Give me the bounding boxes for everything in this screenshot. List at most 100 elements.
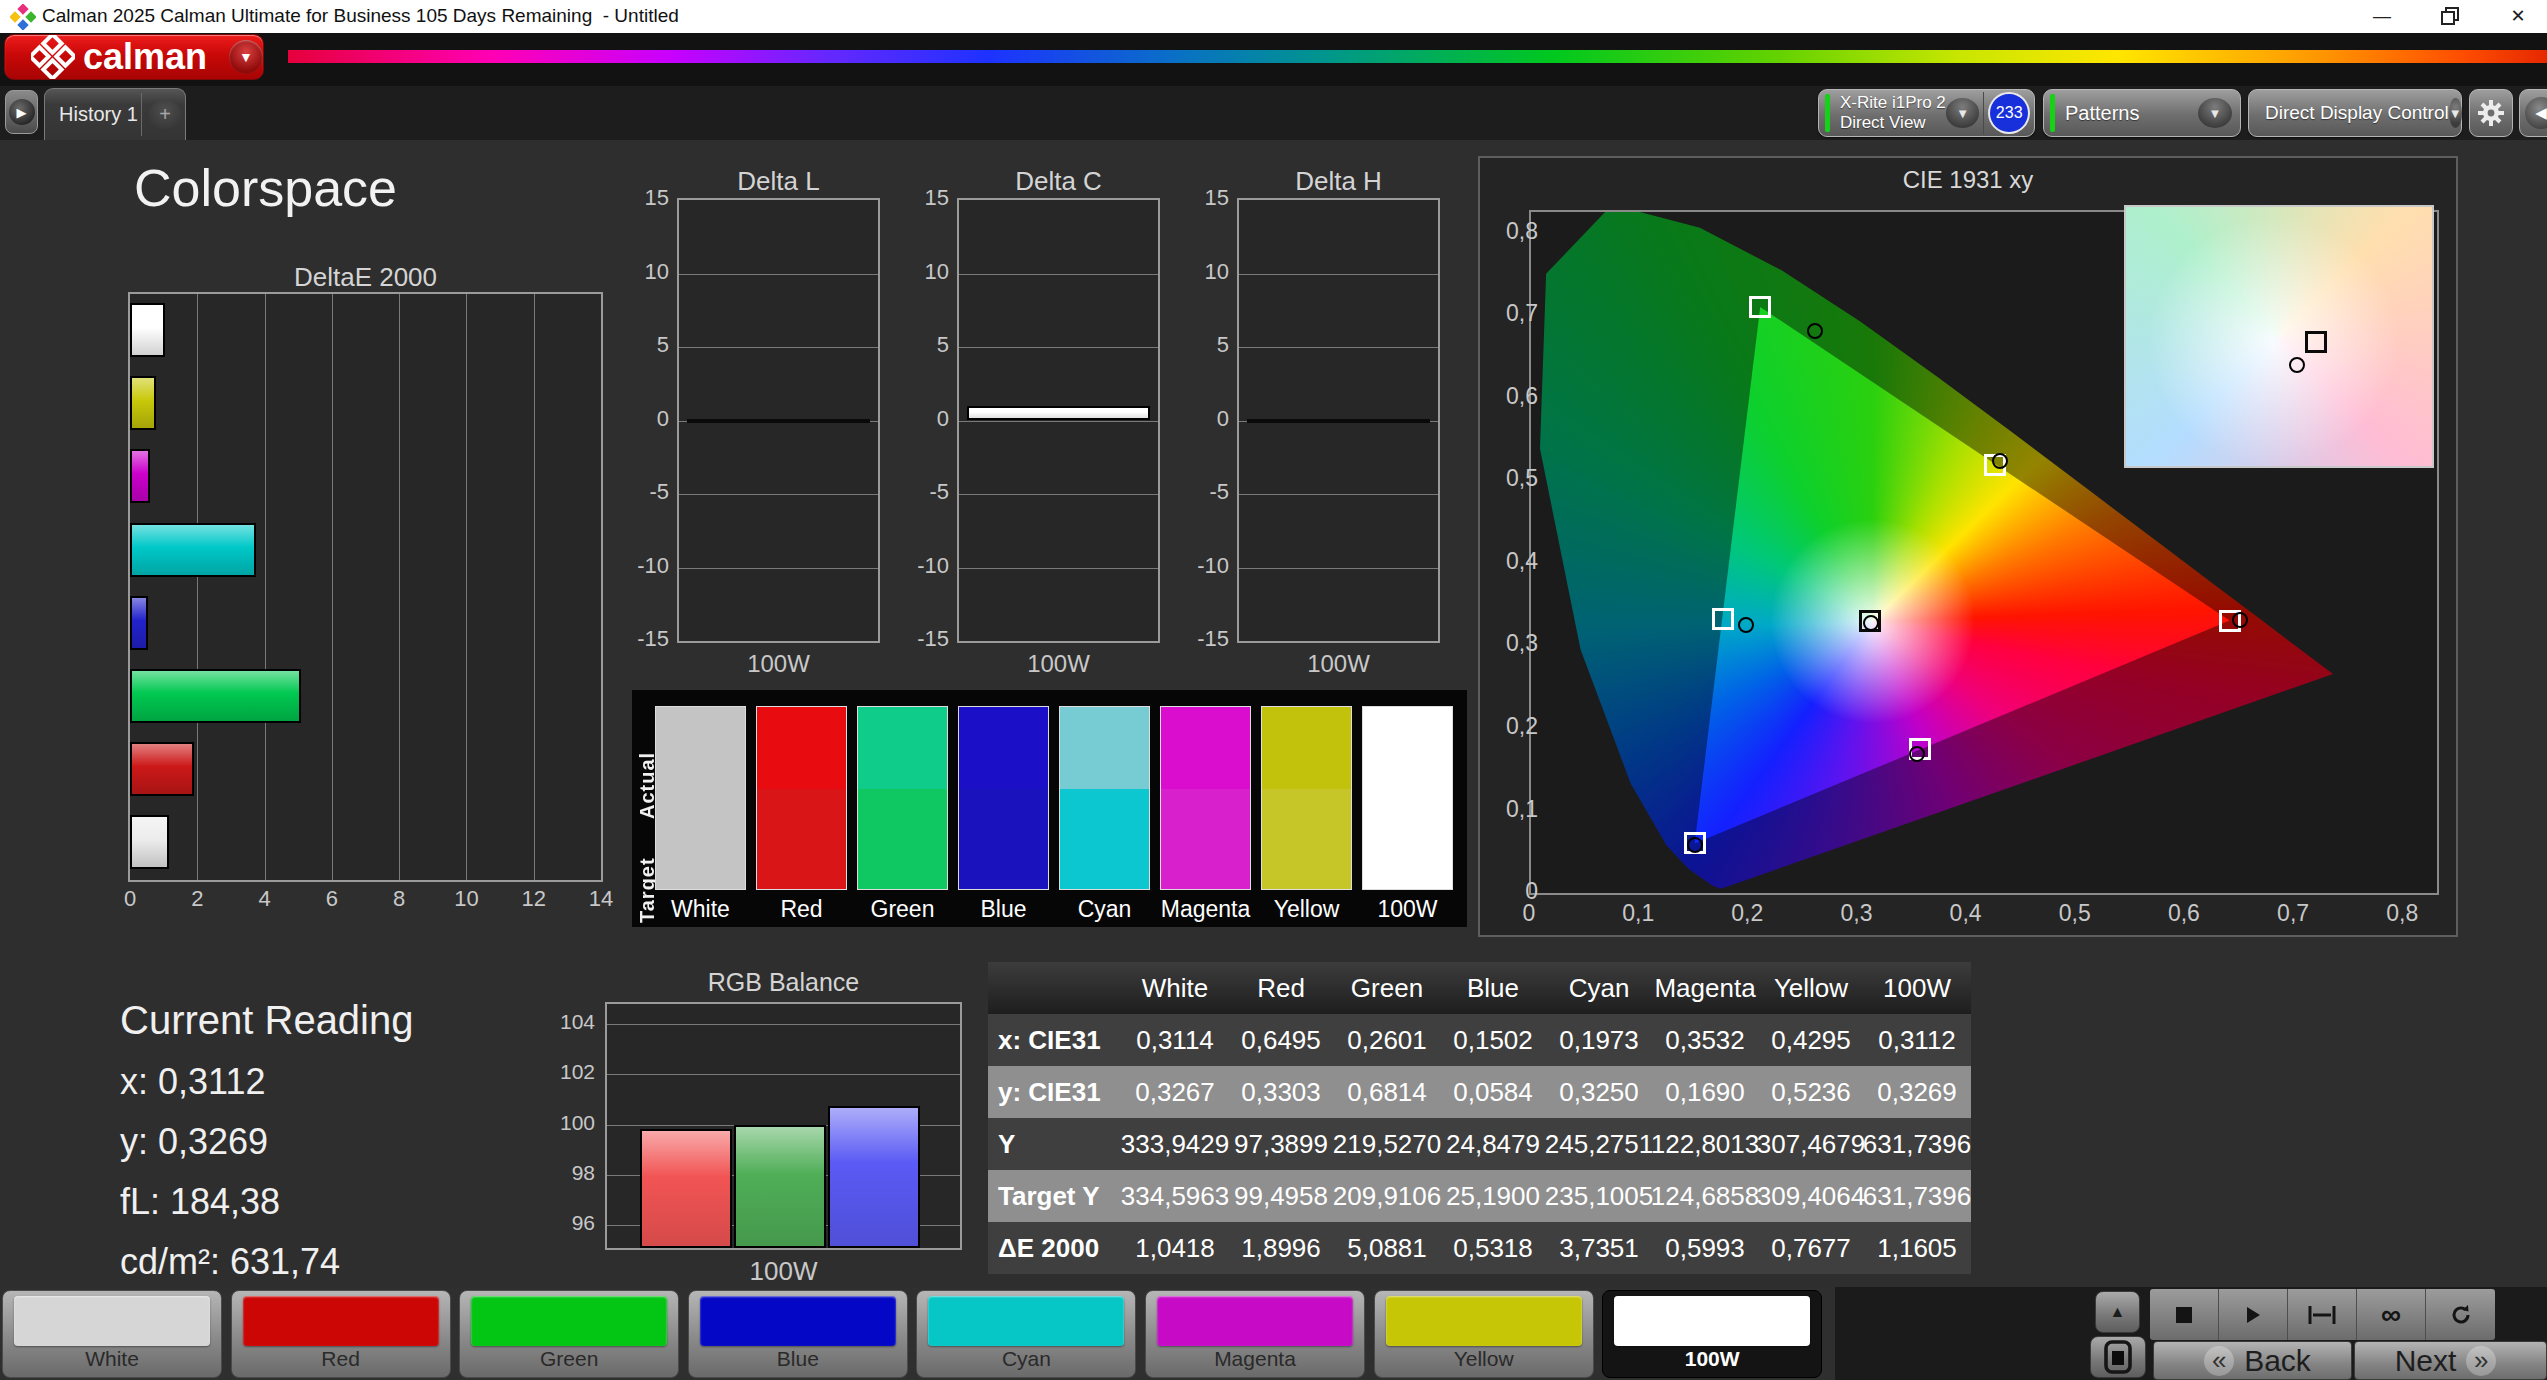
target-swatch — [858, 789, 947, 889]
restore-button[interactable] — [2420, 0, 2480, 32]
play-icon — [2243, 1305, 2263, 1325]
swatch-stack — [958, 706, 1049, 890]
target-swatch — [959, 789, 1048, 889]
delta_l-chart — [677, 198, 880, 643]
pattern-button-blue[interactable]: Blue — [688, 1290, 908, 1378]
cie-x-tick: 0,5 — [2059, 900, 2091, 927]
deltae-bar-yellow — [130, 376, 156, 430]
actual-swatch — [1262, 707, 1351, 789]
rgb-balance-title: RGB Balance — [605, 968, 962, 997]
tab-scroll-button[interactable]: ▶ — [5, 90, 38, 134]
patterns-dropdown[interactable]: Patterns ▼ — [2043, 89, 2241, 137]
refresh-button[interactable] — [2426, 1289, 2495, 1340]
calman-menu-button[interactable]: calman ▼ — [4, 34, 264, 80]
calman-logo-icon — [31, 35, 75, 79]
column-header-cyan: Cyan — [1546, 962, 1652, 1014]
add-tab-button[interactable]: + — [148, 100, 182, 129]
pattern-button-yellow[interactable]: Yellow — [1374, 1290, 1594, 1378]
table-cell: 99,4958 — [1228, 1170, 1334, 1222]
table-cell: 5,0881 — [1334, 1222, 1440, 1274]
meter-count-badge[interactable]: 233 — [1988, 92, 2030, 134]
row-label: Target Y — [988, 1170, 1122, 1222]
swatch-column-yellow: Yellow — [1261, 706, 1352, 923]
actual-swatch — [757, 707, 846, 789]
y-tick-label: 5 — [905, 332, 949, 358]
current-reading: Current Reading x: 0,3112y: 0,3269fL: 18… — [120, 998, 414, 1283]
delta_h-chart — [1237, 198, 1440, 643]
cie-measure-green — [1807, 323, 1823, 339]
column-header-red: Red — [1228, 962, 1334, 1014]
gridline — [959, 421, 1158, 422]
gridline — [679, 274, 878, 275]
refresh-icon — [2449, 1303, 2473, 1327]
pattern-swatch — [700, 1296, 896, 1346]
tab-bar: ▶ History 1 + X-Rite i1Pro 2 Direct View… — [0, 86, 2547, 140]
cie-target-green — [1749, 296, 1771, 318]
pattern-button-red[interactable]: Red — [231, 1290, 451, 1378]
table-cell: 309,4064 — [1758, 1170, 1864, 1222]
y-tick-label: 5 — [1185, 332, 1229, 358]
play-button[interactable] — [2219, 1289, 2288, 1340]
deltae-bar-white — [130, 303, 165, 357]
close-button[interactable]: ✕ — [2488, 0, 2547, 32]
next-button[interactable]: Next» — [2354, 1341, 2547, 1380]
pattern-window-button[interactable] — [2090, 1336, 2146, 1378]
target-swatch — [656, 789, 745, 889]
y-tick-label: -10 — [625, 553, 669, 579]
logo-strip: calman ▼ — [0, 33, 2547, 86]
deltae-bar-cyan — [130, 523, 256, 577]
restore-icon — [2440, 6, 2460, 26]
table-cell: 0,4295 — [1758, 1014, 1864, 1066]
column-header-yellow: Yellow — [1758, 962, 1864, 1014]
pattern-button-green[interactable]: Green — [459, 1290, 679, 1378]
resize-icon — [2308, 1305, 2336, 1325]
cie-measure-white — [1863, 615, 1879, 631]
delta_l-zero-bar — [687, 419, 870, 423]
delta_h-title: Delta H — [1237, 166, 1440, 197]
pattern-button-cyan[interactable]: Cyan — [916, 1290, 1136, 1378]
table-cell: 3,7351 — [1546, 1222, 1652, 1274]
settings-button[interactable] — [2469, 89, 2513, 137]
table-cell: 209,9106 — [1334, 1170, 1440, 1222]
y-tick-label: -5 — [625, 479, 669, 505]
table-cell: 0,3112 — [1864, 1014, 1970, 1066]
chevrons-right-icon: » — [2466, 1346, 2496, 1376]
rgb-y-tick: 100 — [549, 1111, 595, 1135]
display-control-dropdown[interactable]: Direct Display Control ▼ — [2248, 89, 2462, 137]
tab-history-1[interactable]: History 1 + — [44, 88, 186, 140]
gridline — [679, 568, 878, 569]
rainbow-bar — [288, 50, 2547, 63]
table-cell: 0,5993 — [1652, 1222, 1758, 1274]
reading-x: x: 0,3112 — [120, 1061, 414, 1103]
row-label: x: CIE31 — [988, 1014, 1122, 1066]
actual-swatch — [959, 707, 1048, 789]
loop-button[interactable]: ∞ — [2357, 1289, 2426, 1340]
pattern-button-white[interactable]: White — [2, 1290, 222, 1378]
pattern-swatch — [14, 1296, 210, 1346]
back-button[interactable]: «Back — [2153, 1341, 2352, 1380]
cie-y-tick: 0,5 — [1506, 465, 1538, 492]
target-swatch — [757, 789, 846, 889]
stop-button[interactable] — [2150, 1289, 2219, 1340]
measurement-table: WhiteRedGreenBlueCyanMagentaYellow100Wx:… — [988, 962, 1971, 1274]
pattern-swatch — [1157, 1296, 1353, 1346]
cie-y-tick: 0,1 — [1506, 795, 1538, 822]
window-size-button[interactable] — [2288, 1289, 2357, 1340]
patterns-status-bar — [2050, 94, 2055, 132]
page-title: Colorspace — [134, 158, 397, 218]
pattern-up-button[interactable]: ▲ — [2095, 1291, 2140, 1333]
window-title: Calman 2025 Calman Ultimate for Business… — [42, 5, 679, 27]
tab-label: History 1 — [59, 103, 138, 126]
swatch-label: White — [655, 896, 746, 923]
y-tick-label: -10 — [1185, 553, 1229, 579]
cie-chart-title: CIE 1931 xy — [1480, 166, 2456, 194]
collapse-panel-button[interactable]: ◀ — [2519, 89, 2547, 137]
table-row: Y333,942997,3899219,527024,8479245,27511… — [988, 1118, 1971, 1170]
pattern-button-100w[interactable]: 100W — [1602, 1290, 1822, 1378]
minimize-button[interactable]: — — [2352, 0, 2412, 32]
reading-y: y: 0,3269 — [120, 1121, 414, 1163]
meter-dropdown[interactable]: X-Rite i1Pro 2 Direct View ▼ 233 — [1818, 89, 2035, 137]
x-tick-label: 0 — [110, 886, 150, 912]
y-tick-label: 0 — [905, 406, 949, 432]
pattern-button-magenta[interactable]: Magenta — [1145, 1290, 1365, 1378]
